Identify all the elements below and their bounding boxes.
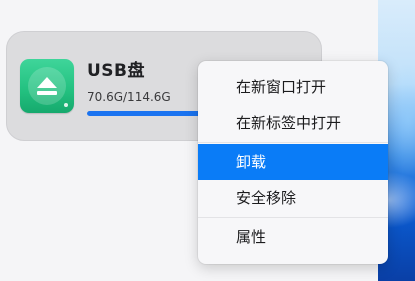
usb-eject-icon <box>20 59 74 113</box>
menu-separator <box>198 142 388 143</box>
menu-item-open-new-window[interactable]: 在新窗口打开 <box>198 69 388 105</box>
menu-item-properties[interactable]: 属性 <box>198 219 388 255</box>
menu-item-unmount[interactable]: 卸载 <box>198 144 388 180</box>
menu-item-safely-remove[interactable]: 安全移除 <box>198 180 388 216</box>
context-menu: 在新窗口打开 在新标签中打开 卸载 安全移除 属性 <box>198 61 388 264</box>
drive-usage-text: 70.6G/114.6G <box>87 90 171 104</box>
menu-item-open-new-tab[interactable]: 在新标签中打开 <box>198 105 388 141</box>
drive-name: USB盘 <box>87 61 146 81</box>
menu-separator <box>198 217 388 218</box>
